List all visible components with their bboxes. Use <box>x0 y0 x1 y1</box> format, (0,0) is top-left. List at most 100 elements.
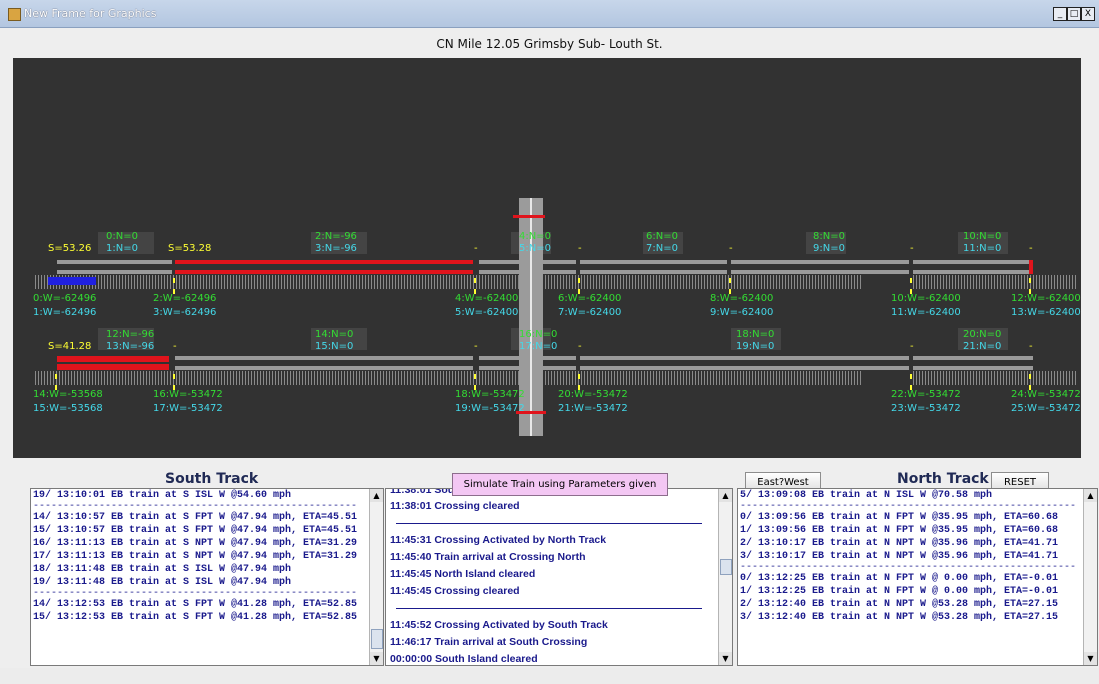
sensor-w-label: 19:W=-53472 <box>455 403 525 414</box>
sensor-n-label: 8:N=0 <box>813 231 845 242</box>
sensor-n-label: 19:N=0 <box>736 341 775 352</box>
log-line: 1/ 13:12:25 EB train at N FPT W @ 0.00 m… <box>740 586 1059 597</box>
sensor-w-label: 10:W=-62400 <box>891 293 961 304</box>
sensor-w-label: 25:W=-53472 <box>1011 403 1081 414</box>
sensor-w-label: 16:W=-53472 <box>153 389 223 400</box>
maximize-button[interactable]: □ <box>1067 7 1081 21</box>
sensor-n-label: 20:N=0 <box>963 329 1002 340</box>
speed-label: S=53.26 <box>48 243 92 254</box>
scroll-down-icon[interactable]: ▼ <box>1084 652 1097 665</box>
java-app-icon <box>8 8 21 21</box>
crossing-log[interactable]: 11:38:01 Sout 11:38:01 Crossing cleared … <box>385 488 733 666</box>
speed-label: S=53.28 <box>168 243 212 254</box>
scroll-up-icon[interactable]: ▲ <box>719 489 732 502</box>
log-line: 14/ 13:10:57 EB train at S FPT W @47.94 … <box>33 512 358 523</box>
log-line: 11:46:17 Train arrival at South Crossing <box>390 636 588 648</box>
sensor-n-label: 7:N=0 <box>646 243 678 254</box>
scroll-down-icon[interactable]: ▼ <box>370 652 383 665</box>
sensor-n-label: 1:N=0 <box>106 243 138 254</box>
scroll-thumb[interactable] <box>720 559 732 575</box>
sensor-n-label: 10:N=0 <box>963 231 1002 242</box>
lower-track-rails <box>175 356 1033 370</box>
log-line: 11:45:45 North Island cleared <box>390 568 536 580</box>
sensor-w-label: 15:W=-53568 <box>33 403 103 414</box>
scroll-down-icon[interactable]: ▼ <box>719 652 732 665</box>
log-separator: ----------------------------------------… <box>33 589 358 598</box>
sensor-w-label: 12:W=-62400 <box>1011 293 1081 304</box>
log-line: 14/ 13:12:53 EB train at S FPT W @41.28 … <box>33 599 358 610</box>
crossing-log-scrollbar[interactable]: ▲ ▼ <box>718 489 732 665</box>
north-log[interactable]: 5/ 13:09:08 EB train at N ISL W @70.58 m… <box>737 488 1098 666</box>
log-line: 00:00:00 South Island cleared <box>390 653 538 665</box>
sensor-n-label: 12:N=-96 <box>106 329 155 340</box>
dash-marker: - <box>910 341 914 352</box>
sensor-n-label: 16:N=0 <box>519 329 558 340</box>
sensor-n-label: 13:N=-96 <box>106 341 155 352</box>
log-line: 2/ 13:12:40 EB train at N NPT W @53.28 m… <box>740 599 1059 610</box>
log-line: 5/ 13:09:08 EB train at N ISL W @70.58 m… <box>740 490 993 501</box>
dash-marker: - <box>578 243 582 254</box>
log-separator: ----------------------------------------… <box>740 563 1077 572</box>
south-log-scrollbar[interactable]: ▲ ▼ <box>369 489 383 665</box>
sensor-w-label: 6:W=-62400 <box>558 293 622 304</box>
crossing-log-content: 11:38:01 Sout 11:38:01 Crossing cleared … <box>386 489 732 665</box>
sensor-w-label: 24:W=-53472 <box>1011 389 1081 400</box>
train-marker <box>48 277 96 285</box>
log-separator: ----------------------------------------… <box>33 502 358 511</box>
speed-label: S=41.28 <box>48 341 92 352</box>
sensor-n-label: 2:N=-96 <box>315 231 357 242</box>
sensor-w-label: 20:W=-53472 <box>558 389 628 400</box>
simulate-train-button[interactable]: Simulate Train using Parameters given <box>452 473 668 496</box>
log-line: 11:45:31 Crossing Activated by North Tra… <box>390 534 607 546</box>
minimize-button[interactable]: _ <box>1053 7 1067 21</box>
log-separator <box>396 523 702 524</box>
north-track-heading: North Track <box>897 471 989 487</box>
window-bottom-edge <box>0 668 1099 684</box>
sensor-w-label: 1:W=-62496 <box>33 307 97 318</box>
sensor-w-label: 23:W=-53472 <box>891 403 961 414</box>
south-log[interactable]: 19/ 13:10:01 EB train at S ISL W @54.60 … <box>30 488 384 666</box>
dash-marker: - <box>474 243 478 254</box>
scroll-thumb[interactable] <box>371 629 383 649</box>
lower-occupied-segment <box>57 356 169 370</box>
north-log-scrollbar[interactable]: ▲ ▼ <box>1083 489 1097 665</box>
close-button[interactable]: X <box>1081 7 1095 21</box>
sensor-n-label: 0:N=0 <box>106 231 138 242</box>
log-separator <box>396 608 702 609</box>
sensor-n-label: 21:N=0 <box>963 341 1002 352</box>
sensor-n-label: 9:N=0 <box>813 243 845 254</box>
log-line: 11:45:52 Crossing Activated by South Tra… <box>390 619 608 631</box>
sensor-n-label: 17:N=0 <box>519 341 558 352</box>
log-line: 19/ 13:10:01 EB train at S ISL W @54.60 … <box>33 490 292 501</box>
sensor-n-label: 5:N=0 <box>519 243 551 254</box>
scroll-up-icon[interactable]: ▲ <box>1084 489 1097 502</box>
dash-marker: - <box>474 341 478 352</box>
sensor-n-label: 18:N=0 <box>736 329 775 340</box>
log-line: 19/ 13:11:48 EB train at S ISL W @47.94 … <box>33 577 292 588</box>
log-line: 0/ 13:09:56 EB train at N FPT W @35.95 m… <box>740 512 1059 523</box>
sensor-n-label: 3:N=-96 <box>315 243 357 254</box>
log-line: 11:38:01 Crossing cleared <box>390 500 520 512</box>
north-crossing-gate <box>513 215 545 218</box>
sensor-w-label: 7:W=-62400 <box>558 307 622 318</box>
sensor-w-label: 8:W=-62400 <box>710 293 774 304</box>
log-separator: ----------------------------------------… <box>740 502 1077 511</box>
south-track-heading: South Track <box>165 471 259 487</box>
log-line: 11:45:45 Crossing cleared <box>390 585 520 597</box>
dash-marker: - <box>173 341 177 352</box>
sensor-w-label: 13:W=-62400 <box>1011 307 1081 318</box>
sensor-n-label: 15:N=0 <box>315 341 354 352</box>
sensor-w-label: 4:W=-62400 <box>455 293 519 304</box>
dash-marker: - <box>578 341 582 352</box>
sensor-w-label: 3:W=-62496 <box>153 307 217 318</box>
log-line: 2/ 13:10:17 EB train at N NPT W @35.96 m… <box>740 538 1059 549</box>
sensor-w-label: 0:W=-62496 <box>33 293 97 304</box>
scroll-up-icon[interactable]: ▲ <box>370 489 383 502</box>
sensor-w-label: 2:W=-62496 <box>153 293 217 304</box>
sensor-w-label: 17:W=-53472 <box>153 403 223 414</box>
window-titlebar: New Frame for Graphics _ □ X <box>0 0 1099 28</box>
log-line: 11:45:40 Train arrival at Crossing North <box>390 551 586 563</box>
log-line: 3/ 13:10:17 EB train at N NPT W @35.96 m… <box>740 551 1059 562</box>
log-line: 15/ 13:10:57 EB train at S FPT W @47.94 … <box>33 525 358 536</box>
sensor-w-label: 14:W=-53568 <box>33 389 103 400</box>
